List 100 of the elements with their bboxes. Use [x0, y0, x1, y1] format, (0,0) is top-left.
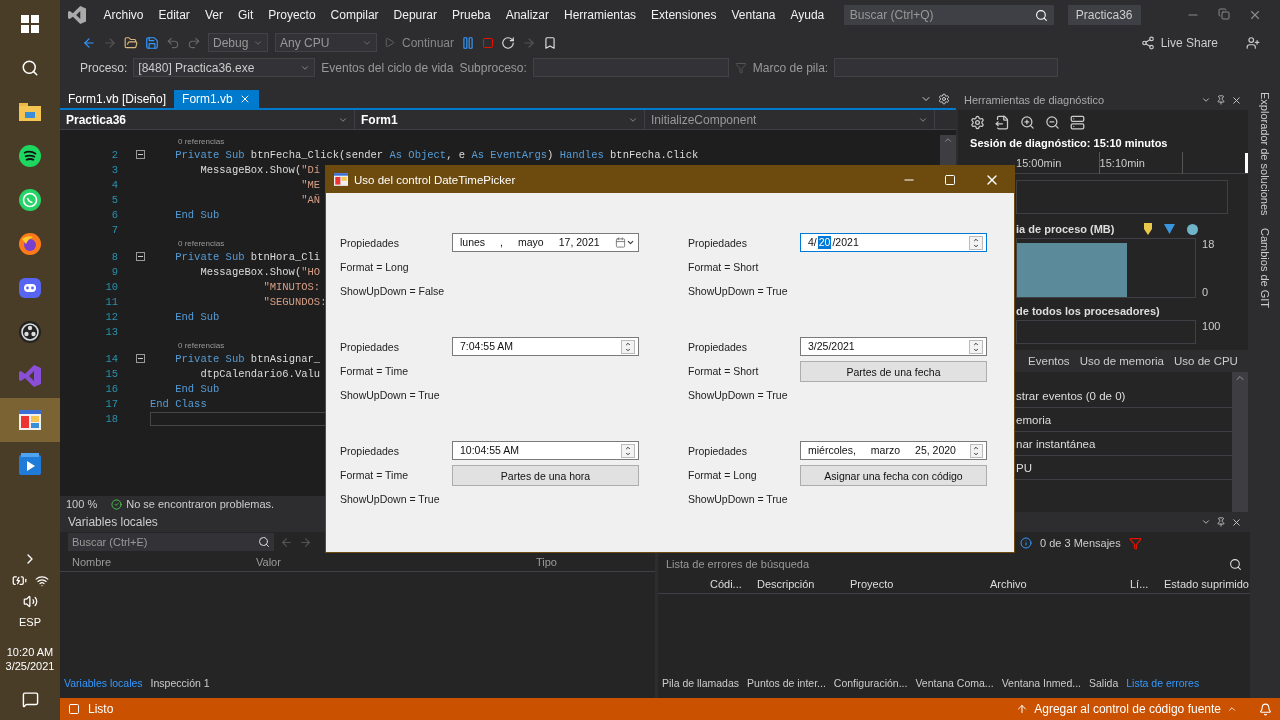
- user-icon[interactable]: [1246, 35, 1260, 50]
- redo-icon[interactable]: [187, 35, 201, 50]
- panel-tab[interactable]: Inspección 1: [146, 677, 214, 689]
- restart-icon[interactable]: [501, 35, 516, 50]
- process-dropdown[interactable]: [8480] Practica36.exe: [133, 58, 316, 77]
- filter-icon[interactable]: [1128, 536, 1142, 550]
- menu-item[interactable]: Archivo: [96, 8, 151, 22]
- platform-dropdown[interactable]: Any CPU: [275, 33, 377, 52]
- menu-item[interactable]: Ventana: [723, 8, 783, 22]
- menu-item[interactable]: Prueba: [444, 8, 499, 22]
- type-dropdown[interactable]: Form1: [355, 110, 645, 129]
- lifecycle-events-button[interactable]: Eventos del ciclo de vida: [321, 60, 454, 75]
- search-icon[interactable]: [21, 59, 39, 77]
- bookmark-icon[interactable]: [543, 35, 558, 50]
- export-icon[interactable]: [995, 114, 1011, 130]
- pause-icon[interactable]: [461, 35, 476, 50]
- diagnostic-item[interactable]: emoria: [1016, 413, 1052, 426]
- member-dropdown[interactable]: InitializeComponent: [645, 110, 935, 129]
- spin-buttons[interactable]: [969, 443, 983, 458]
- spin-buttons[interactable]: [621, 339, 635, 354]
- date-picker[interactable]: miércoles, marzo 25, 2020: [800, 441, 987, 460]
- bell-icon[interactable]: [1259, 702, 1272, 716]
- stack-icon[interactable]: [1070, 114, 1086, 130]
- diagnostic-item[interactable]: PU: [1016, 461, 1033, 474]
- live-share-button[interactable]: Live Share: [1160, 35, 1218, 50]
- spin-buttons[interactable]: [969, 235, 983, 250]
- panel-tab[interactable]: Variables locales: [60, 677, 147, 689]
- panel-tab[interactable]: Salida: [1085, 677, 1123, 689]
- close-icon[interactable]: [1231, 94, 1243, 106]
- menu-item[interactable]: Extensiones: [643, 8, 724, 22]
- search-field[interactable]: Buscar (Ctrl+E): [68, 533, 274, 551]
- panel-tab[interactable]: Ventana Coma...: [911, 677, 998, 689]
- menu-item[interactable]: Ayuda: [783, 8, 832, 22]
- collapse-icon[interactable]: [135, 150, 145, 159]
- settings-icon[interactable]: [938, 93, 951, 105]
- column-header[interactable]: Proyecto: [850, 577, 894, 590]
- action-button[interactable]: Asignar una fecha con código: [800, 465, 987, 486]
- date-picker[interactable]: 10:04:55 AM: [452, 441, 639, 460]
- collapse-icon[interactable]: [135, 354, 145, 363]
- zoom-level[interactable]: 100 %: [66, 498, 98, 510]
- column-header[interactable]: Lí...: [1130, 577, 1149, 590]
- diagnostic-tab[interactable]: Uso de memoria: [1079, 355, 1164, 367]
- date-segment[interactable]: 3/25/2021: [807, 340, 856, 353]
- column-header[interactable]: Archivo: [990, 577, 1027, 590]
- close-icon[interactable]: [1248, 8, 1262, 22]
- spin-buttons[interactable]: [969, 339, 983, 354]
- panel-tab[interactable]: Ventana Inmed...: [997, 677, 1086, 689]
- column-header[interactable]: Códi...: [710, 577, 742, 590]
- language-indicator[interactable]: ESP: [19, 615, 41, 629]
- settings-icon[interactable]: [970, 114, 986, 130]
- project-dropdown[interactable]: Practica36: [60, 110, 355, 129]
- menu-item[interactable]: Git: [230, 8, 261, 22]
- date-picker[interactable]: lunes , mayo 17, 2021: [452, 233, 639, 252]
- date-segment[interactable]: 20: [817, 236, 832, 249]
- dropdown-icon[interactable]: [1201, 517, 1211, 527]
- document-tab[interactable]: Form1.vb [Diseño]: [60, 90, 175, 108]
- action-button[interactable]: Partes de una hora: [452, 465, 639, 486]
- source-control-button[interactable]: Agregar al control de código fuente: [1034, 702, 1221, 716]
- messages-filter[interactable]: 0 de 3 Mensajes: [1040, 537, 1121, 549]
- diagnostic-tab[interactable]: Uso de CPU: [1174, 355, 1238, 367]
- column-header[interactable]: Estado suprimido: [1164, 577, 1249, 590]
- restore-icon[interactable]: [1218, 8, 1230, 20]
- column-header[interactable]: Descripción: [757, 577, 815, 590]
- panel-tab[interactable]: Configuración...: [829, 677, 912, 689]
- wifi-icon[interactable]: [34, 573, 49, 588]
- side-tab[interactable]: Explorador de soluciones: [1259, 92, 1272, 216]
- panel-tab[interactable]: Puntos de inter...: [743, 677, 830, 689]
- date-segment[interactable]: /2021: [831, 236, 860, 249]
- menu-item[interactable]: Editar: [151, 8, 198, 22]
- menu-item[interactable]: Ver: [197, 8, 231, 22]
- date-segment[interactable]: 25, 2020: [914, 444, 957, 457]
- speaker-icon[interactable]: [22, 594, 38, 609]
- share-icon[interactable]: [1140, 35, 1155, 50]
- date-segment[interactable]: 4/: [807, 236, 818, 249]
- date-segment[interactable]: 7:04:55 AM: [459, 340, 515, 353]
- stop-icon[interactable]: [482, 36, 495, 49]
- folder-icon[interactable]: [124, 35, 138, 50]
- side-tab[interactable]: Cambios de GIT: [1259, 227, 1272, 308]
- battery-icon[interactable]: [11, 573, 27, 588]
- date-segment[interactable]: miércoles,: [807, 444, 857, 457]
- date-picker[interactable]: 7:04:55 AM: [452, 337, 639, 356]
- column-header[interactable]: Valor: [256, 555, 281, 568]
- menu-item[interactable]: Compilar: [323, 8, 387, 22]
- date-segment[interactable]: 10:04:55 AM: [459, 444, 520, 457]
- panel-tab[interactable]: Lista de errores: [1122, 677, 1204, 689]
- menu-item[interactable]: Herramientas: [556, 8, 644, 22]
- back-icon[interactable]: [82, 35, 96, 50]
- search-field[interactable]: Lista de errores de búsqueda: [666, 558, 810, 570]
- calendar-dropdown-button[interactable]: [615, 237, 635, 248]
- date-picker[interactable]: 4/ 20 /2021: [800, 233, 987, 252]
- column-header[interactable]: Nombre: [72, 555, 112, 568]
- search-field[interactable]: Buscar (Ctrl+Q): [843, 5, 1054, 25]
- pin-icon[interactable]: [1216, 517, 1226, 527]
- diagnostic-item[interactable]: nar instantánea: [1016, 437, 1096, 450]
- column-header[interactable]: Tipo: [536, 555, 557, 568]
- panel-tab[interactable]: Pila de llamadas: [658, 677, 744, 689]
- zoom-in-icon[interactable]: [1020, 114, 1036, 130]
- diagnostic-tab[interactable]: Eventos: [1028, 355, 1070, 367]
- maximize-icon[interactable]: [944, 173, 956, 186]
- date-segment[interactable]: lunes: [459, 236, 487, 249]
